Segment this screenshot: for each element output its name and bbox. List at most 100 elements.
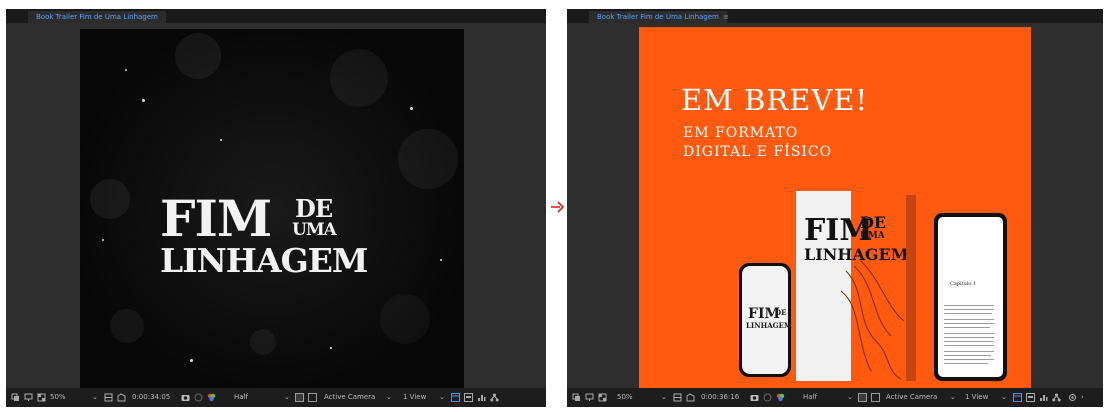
text-line	[944, 363, 988, 364]
camera-chevron-icon[interactable]: ⌄	[386, 392, 392, 403]
subline-text-1: EM FORMATO	[683, 125, 799, 141]
dust-speck	[220, 139, 222, 141]
text-line	[944, 313, 992, 314]
zoom-dropdown[interactable]: 50%	[50, 392, 66, 403]
region-of-interest-icon[interactable]	[24, 393, 33, 402]
toggle-mask-icon[interactable]	[572, 393, 581, 402]
headline-text: EM BREVE!	[681, 83, 869, 117]
text-line	[944, 323, 994, 324]
title-logo-linhagem: LINHAGEM	[160, 241, 368, 280]
resolution-dropdown[interactable]: Half	[234, 392, 248, 403]
tablet-screen: Capítulo 1	[938, 217, 1003, 377]
camera-dropdown[interactable]: Active Camera	[324, 392, 375, 403]
book-logo-linhagem: LINHAGEM	[804, 245, 906, 264]
view-layout-dropdown[interactable]: 1 View	[403, 392, 426, 403]
view-chevron-icon[interactable]: ⌄	[439, 392, 445, 403]
bokeh-particle	[90, 179, 130, 219]
bokeh-particle	[110, 309, 144, 343]
resolution-chevron-icon[interactable]: ⌄	[284, 392, 290, 403]
comp-flowchart-icon[interactable]	[1039, 393, 1048, 402]
toggle-transparency-icon[interactable]	[871, 393, 880, 402]
composition-viewer[interactable]: EM BREVE! EM FORMATO DIGITAL E FÍSICO FI…	[567, 23, 1103, 388]
toggle-mask-icon[interactable]	[11, 393, 20, 402]
panel-tab-bar: Book Trailer Fim de Uma Linhagem ≡	[567, 9, 1103, 23]
viewer-toolbar: 50% ⌄ 0:00:36:16 Half ⌄ Active Camera ⌄ …	[567, 388, 1103, 407]
text-line	[944, 359, 994, 360]
dust-speck	[102, 239, 104, 241]
bokeh-particle	[398, 129, 458, 189]
tablet-mockup: Capítulo 1	[934, 213, 1007, 381]
resolution-dropdown[interactable]: Half	[803, 392, 817, 403]
resolution-chevron-icon[interactable]: ⌄	[847, 392, 853, 403]
target-region-icon[interactable]	[295, 393, 304, 402]
title-logo-de: DE	[295, 194, 333, 223]
composition-frame: EM BREVE! EM FORMATO DIGITAL E FÍSICO FI…	[639, 27, 1031, 388]
flowchart-icon[interactable]	[490, 393, 499, 402]
tab-menu-icon[interactable]: ≡	[723, 11, 729, 23]
current-time[interactable]: 0:00:34:05	[132, 392, 170, 403]
target-region-icon[interactable]	[858, 393, 867, 402]
tablet-chapter-title: Capítulo 1	[950, 281, 977, 287]
composition-panel-right: Book Trailer Fim de Uma Linhagem ≡ EM BR…	[567, 9, 1103, 407]
text-line	[944, 333, 994, 334]
view-chevron-icon[interactable]: ⌄	[1001, 392, 1007, 403]
reset-exposure-icon[interactable]	[1068, 393, 1077, 402]
text-line	[944, 327, 990, 328]
composition-frame: FIM DE UMA LINHAGEM	[80, 29, 464, 390]
comp-flowchart-icon[interactable]	[477, 393, 486, 402]
panel-tab-bar: Book Trailer Fim de Uma Linhagem	[6, 9, 546, 23]
mask-path-icon[interactable]	[686, 393, 695, 402]
text-line	[944, 319, 994, 320]
timeline-icon[interactable]	[464, 393, 473, 402]
transparency-grid-icon[interactable]	[598, 393, 607, 402]
snapshot-icon[interactable]	[750, 393, 759, 402]
current-time[interactable]: 0:00:36:16	[701, 392, 739, 403]
book-cover: FIM DE UMA LINHAGEM	[796, 191, 906, 381]
zoom-dropdown[interactable]: 50%	[617, 392, 633, 403]
bokeh-particle	[175, 33, 221, 79]
phone-screen: FIM DE LINHAGEM	[742, 266, 792, 374]
timeline-icon[interactable]	[1026, 393, 1035, 402]
composition-panel-left: Book Trailer Fim de Uma Linhagem FIM DE …	[6, 9, 546, 407]
text-line	[944, 305, 994, 306]
exposure-value[interactable]: ›	[1081, 392, 1084, 403]
composition-viewer[interactable]: FIM DE UMA LINHAGEM	[6, 23, 546, 390]
flowchart-icon[interactable]	[1052, 393, 1061, 402]
show-snapshot-icon[interactable]	[194, 393, 203, 402]
camera-chevron-icon[interactable]: ⌄	[950, 392, 956, 403]
view-layout-dropdown[interactable]: 1 View	[965, 392, 988, 403]
viewer-toolbar: 50% ⌄ 0:00:34:05 Half ⌄ Active Camera ⌄ …	[6, 388, 546, 407]
title-logo-uma: UMA	[292, 220, 337, 240]
toggle-transparency-icon[interactable]	[308, 393, 317, 402]
fast-preview-icon[interactable]	[451, 393, 460, 402]
fast-preview-icon[interactable]	[1013, 393, 1022, 402]
composition-tab[interactable]: Book Trailer Fim de Uma Linhagem	[589, 11, 727, 23]
resolution-grid-icon[interactable]	[673, 393, 682, 402]
bokeh-particle	[380, 294, 430, 344]
camera-dropdown[interactable]: Active Camera	[886, 392, 937, 403]
book-logo-de: DE	[860, 213, 887, 232]
title-logo-fim: FIM	[160, 189, 272, 248]
show-channel-icon[interactable]	[776, 393, 785, 402]
dust-speck	[125, 69, 127, 71]
dust-speck	[440, 259, 442, 261]
book-logo-uma: UMA	[860, 231, 885, 241]
composition-tab[interactable]: Book Trailer Fim de Uma Linhagem	[28, 11, 166, 23]
mask-path-icon[interactable]	[117, 393, 126, 402]
dust-speck	[190, 359, 193, 362]
show-channel-icon[interactable]	[207, 393, 216, 402]
subline-text-2: DIGITAL E FÍSICO	[683, 144, 833, 160]
text-line	[944, 355, 991, 356]
region-of-interest-icon[interactable]	[585, 393, 594, 402]
resolution-grid-icon[interactable]	[104, 393, 113, 402]
bokeh-particle	[330, 49, 388, 107]
phone-mockup: FIM DE LINHAGEM	[739, 263, 792, 377]
text-line	[944, 341, 993, 342]
dust-speck	[410, 107, 413, 110]
snapshot-icon[interactable]	[181, 393, 190, 402]
show-snapshot-icon[interactable]	[763, 393, 772, 402]
bokeh-particle	[250, 329, 276, 355]
transparency-grid-icon[interactable]	[37, 393, 46, 402]
zoom-chevron-icon[interactable]: ⌄	[661, 392, 667, 403]
zoom-chevron-icon[interactable]: ⌄	[92, 392, 98, 403]
